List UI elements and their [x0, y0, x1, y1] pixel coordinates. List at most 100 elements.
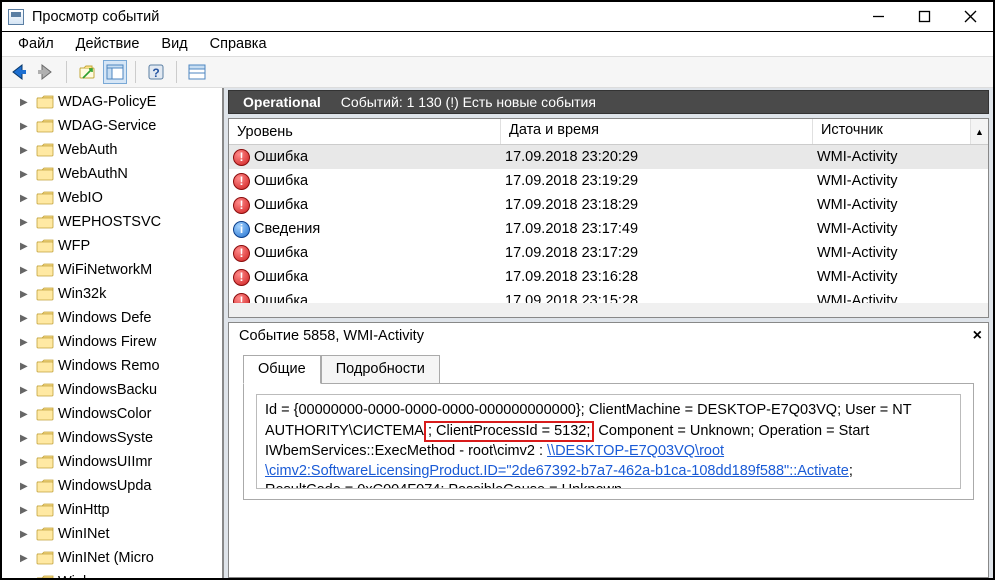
operational-header: Operational Событий: 1 130 (!) Есть новы… [228, 90, 989, 114]
toolbar-button-3[interactable] [185, 60, 209, 84]
tree-item[interactable]: ▶WindowsColor [2, 402, 222, 426]
expand-arrow-icon[interactable]: ▶ [20, 385, 32, 396]
tree-item[interactable]: ▶WinHttp [2, 498, 222, 522]
tree-item-label: WebIO [58, 190, 103, 206]
detail-text[interactable]: Id = {00000000-0000-0000-0000-0000000000… [256, 394, 961, 489]
nav-back-button[interactable] [6, 60, 30, 84]
nav-forward-button[interactable] [34, 60, 58, 84]
operational-label: Operational [229, 94, 335, 110]
tree-item[interactable]: ▶ Windows Defe [2, 306, 222, 330]
tree-item[interactable]: ▶WebAuth [2, 138, 222, 162]
expand-arrow-icon[interactable]: ▶ [20, 433, 32, 444]
expand-arrow-icon[interactable]: ▶ [20, 361, 32, 372]
tree-item[interactable]: ▶WFP [2, 234, 222, 258]
events-list: Уровень Дата и время Источник ▲ !Ошибка1… [228, 118, 989, 318]
event-date: 17.09.2018 23:16:28 [501, 269, 813, 285]
detail-line4b: ; [849, 463, 853, 479]
expand-arrow-icon[interactable]: ▶ [20, 577, 32, 579]
events-body[interactable]: !Ошибка17.09.2018 23:20:29WMI-Activity!О… [229, 145, 988, 317]
folder-icon [36, 359, 54, 373]
menu-view[interactable]: Вид [151, 34, 197, 54]
event-row[interactable]: !Ошибка17.09.2018 23:16:28WMI-Activity [229, 265, 988, 289]
tree-item[interactable]: ▶Windows Firew [2, 330, 222, 354]
event-source: WMI-Activity [813, 173, 988, 189]
detail-link1[interactable]: \\DESKTOP-E7Q03VQ\root [547, 443, 724, 459]
right-pane: Operational Событий: 1 130 (!) Есть новы… [224, 88, 993, 578]
minimize-button[interactable] [855, 2, 901, 32]
expand-arrow-icon[interactable]: ▶ [20, 265, 32, 276]
toolbar: ? [2, 56, 993, 88]
tree-item[interactable]: ▶ WindowsUpda [2, 474, 222, 498]
event-date: 17.09.2018 23:17:29 [501, 245, 813, 261]
expand-arrow-icon[interactable]: ▶ [20, 313, 32, 324]
tree-item[interactable]: ▶ WebIO [2, 186, 222, 210]
detail-line1: Id = {00000000-0000-0000-0000-0000000000… [265, 402, 912, 418]
tree-item[interactable]: ▶WDAG-Service [2, 114, 222, 138]
tree-item[interactable]: ▶ WEPHOSTSVC [2, 210, 222, 234]
error-icon: ! [233, 245, 250, 262]
event-row[interactable]: !Ошибка17.09.2018 23:15:28WMI-Activity [229, 289, 988, 313]
menu-help[interactable]: Справка [200, 34, 277, 54]
close-button[interactable] [947, 2, 993, 32]
detail-link2[interactable]: \cimv2:SoftwareLicensingProduct.ID="2de6… [265, 463, 849, 479]
expand-arrow-icon[interactable]: ▶ [20, 505, 32, 516]
tree-item-label: WiFiNetworkM [58, 262, 152, 278]
menu-file[interactable]: Файл [8, 34, 64, 54]
tree-item[interactable]: ▶WindowsBacku [2, 378, 222, 402]
detail-tab-content: Id = {00000000-0000-0000-0000-0000000000… [243, 383, 974, 500]
expand-arrow-icon[interactable]: ▶ [20, 145, 32, 156]
tree-item[interactable]: ▶WinINet (Micro [2, 546, 222, 570]
folder-icon [36, 407, 54, 421]
maximize-button[interactable] [901, 2, 947, 32]
tree-item[interactable]: ▶WindowsSyste [2, 426, 222, 450]
event-date: 17.09.2018 23:17:49 [501, 221, 813, 237]
tree-item[interactable]: ▶Win32k [2, 282, 222, 306]
expand-arrow-icon[interactable]: ▶ [20, 289, 32, 300]
event-source: WMI-Activity [813, 221, 988, 237]
column-source[interactable]: Источник [813, 119, 971, 144]
tree-item-label: Windows Defe [58, 310, 151, 326]
scroll-up-button[interactable]: ▲ [971, 119, 988, 144]
toolbar-help-button[interactable]: ? [144, 60, 168, 84]
expand-arrow-icon[interactable]: ▶ [20, 193, 32, 204]
expand-arrow-icon[interactable]: ▶ [20, 97, 32, 108]
tree-item-label: WindowsUpda [58, 478, 152, 494]
toolbar-button-2-active[interactable] [103, 60, 127, 84]
tree-item[interactable]: ▶WebAuthN [2, 162, 222, 186]
tree-item[interactable]: ▶WinINet [2, 522, 222, 546]
event-row[interactable]: !Ошибка17.09.2018 23:19:29WMI-Activity [229, 169, 988, 193]
expand-arrow-icon[interactable]: ▶ [20, 169, 32, 180]
expand-arrow-icon[interactable]: ▶ [20, 241, 32, 252]
toolbar-button-1[interactable] [75, 60, 99, 84]
tree-pane[interactable]: ▶WDAG-PolicyE▶WDAG-Service▶WebAuth▶WebAu… [2, 88, 224, 578]
folder-icon [36, 167, 54, 181]
expand-arrow-icon[interactable]: ▶ [20, 121, 32, 132]
expand-arrow-icon[interactable]: ▶ [20, 457, 32, 468]
tree-item[interactable]: ▶WDAG-PolicyE [2, 90, 222, 114]
detail-close-button[interactable]: × [973, 327, 982, 345]
expand-arrow-icon[interactable]: ▶ [20, 337, 32, 348]
detail-line5: ResultCode = 0xC004F074; PossibleCause =… [265, 482, 622, 489]
tree-item[interactable]: ▶WindowsUIImr [2, 450, 222, 474]
expand-arrow-icon[interactable]: ▶ [20, 409, 32, 420]
tab-details[interactable]: Подробности [321, 355, 440, 384]
tree-item-label: WEPHOSTSVC [58, 214, 161, 230]
tab-general[interactable]: Общие [243, 355, 321, 384]
tree-item[interactable]: ▶Windows Remo [2, 354, 222, 378]
event-row[interactable]: !Ошибка17.09.2018 23:20:29WMI-Activity [229, 145, 988, 169]
expand-arrow-icon[interactable]: ▶ [20, 553, 32, 564]
event-row[interactable]: !Ошибка17.09.2018 23:17:29WMI-Activity [229, 241, 988, 265]
column-date[interactable]: Дата и время [501, 119, 813, 144]
column-level[interactable]: Уровень [229, 119, 501, 144]
expand-arrow-icon[interactable]: ▶ [20, 529, 32, 540]
expand-arrow-icon[interactable]: ▶ [20, 481, 32, 492]
event-level: Ошибка [254, 173, 308, 189]
folder-icon [36, 527, 54, 541]
expand-arrow-icon[interactable]: ▶ [20, 217, 32, 228]
event-row[interactable]: iСведения17.09.2018 23:17:49WMI-Activity [229, 217, 988, 241]
menu-action[interactable]: Действие [66, 34, 150, 54]
event-row[interactable]: !Ошибка17.09.2018 23:18:29WMI-Activity [229, 193, 988, 217]
tree-item[interactable]: ▶ WiFiNetworkM [2, 258, 222, 282]
folder-icon [36, 383, 54, 397]
tree-item[interactable]: ▶Winlogon [2, 570, 222, 578]
